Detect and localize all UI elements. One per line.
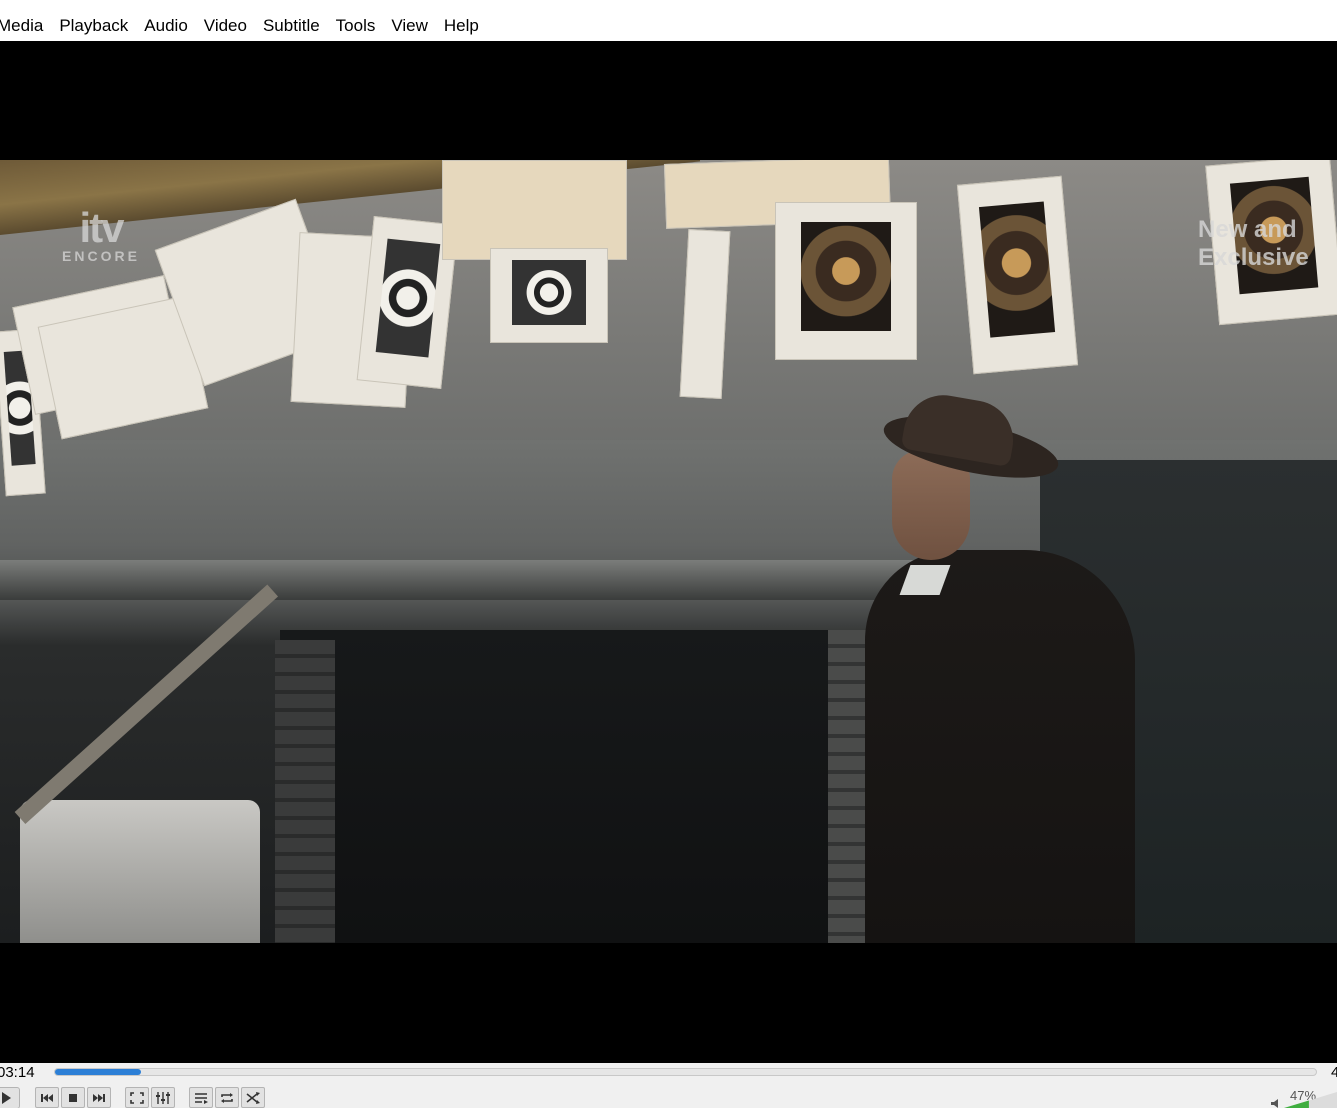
playlist-icon [195, 1092, 208, 1104]
scene-brick-left [275, 640, 335, 943]
channel-logo-main: itv [79, 204, 124, 251]
volume-track [1284, 1092, 1337, 1108]
equalizer-icon [156, 1091, 170, 1104]
channel-logo: itv ENCORE [55, 204, 147, 265]
actor-coat [865, 550, 1135, 943]
hanging-print [775, 202, 917, 360]
fullscreen-icon [130, 1091, 144, 1104]
shuffle-icon [246, 1091, 260, 1104]
menu-subtitle[interactable]: Subtitle [255, 15, 328, 37]
menu-view[interactable]: View [383, 15, 436, 37]
volume-level [1284, 1100, 1309, 1108]
promo-line-2: Exclusive [1198, 244, 1309, 271]
play-button[interactable] [0, 1087, 20, 1108]
hanging-print [490, 248, 608, 343]
menu-media[interactable]: Media [0, 15, 51, 37]
promo-line-1: New and [1198, 216, 1297, 243]
hanging-print [442, 160, 627, 260]
seek-bar[interactable] [54, 1068, 1317, 1076]
menu-playback[interactable]: Playback [51, 15, 136, 37]
extended-settings-button[interactable] [151, 1087, 175, 1108]
volume-slider[interactable] [1270, 1089, 1337, 1108]
hanging-print [679, 229, 731, 399]
previous-button[interactable] [35, 1087, 59, 1108]
video-display[interactable]: itv ENCORE New and Exclusive [0, 41, 1337, 1063]
promo-overlay: New and Exclusive [1198, 216, 1328, 272]
skip-forward-icon [93, 1093, 105, 1102]
video-frame: itv ENCORE New and Exclusive [0, 160, 1337, 943]
skip-back-icon [41, 1093, 53, 1102]
menu-help[interactable]: Help [436, 15, 487, 37]
total-time[interactable]: 4 [1331, 1065, 1337, 1081]
seek-bar-progress [55, 1069, 141, 1075]
fullscreen-button[interactable] [125, 1087, 149, 1108]
scene-fireplace [280, 630, 870, 943]
stop-button[interactable] [61, 1087, 85, 1108]
next-button[interactable] [87, 1087, 111, 1108]
play-icon [2, 1092, 11, 1104]
playback-controls: 03:14 4 47% [0, 1063, 1337, 1108]
elapsed-time: 03:14 [0, 1064, 35, 1081]
loop-button[interactable] [215, 1087, 239, 1108]
shuffle-button[interactable] [241, 1087, 265, 1108]
loop-icon [221, 1092, 233, 1103]
menu-tools[interactable]: Tools [328, 15, 384, 37]
hanging-print [956, 175, 1079, 375]
menu-video[interactable]: Video [196, 15, 255, 37]
playlist-button[interactable] [189, 1087, 213, 1108]
channel-logo-sub: ENCORE [62, 248, 140, 264]
scene-wooden-pole [14, 584, 279, 824]
stop-icon [69, 1093, 77, 1102]
scene-cloth [20, 800, 260, 943]
menu-bar: Media Playback Audio Video Subtitle Tool… [0, 0, 1337, 41]
menu-audio[interactable]: Audio [136, 15, 195, 37]
